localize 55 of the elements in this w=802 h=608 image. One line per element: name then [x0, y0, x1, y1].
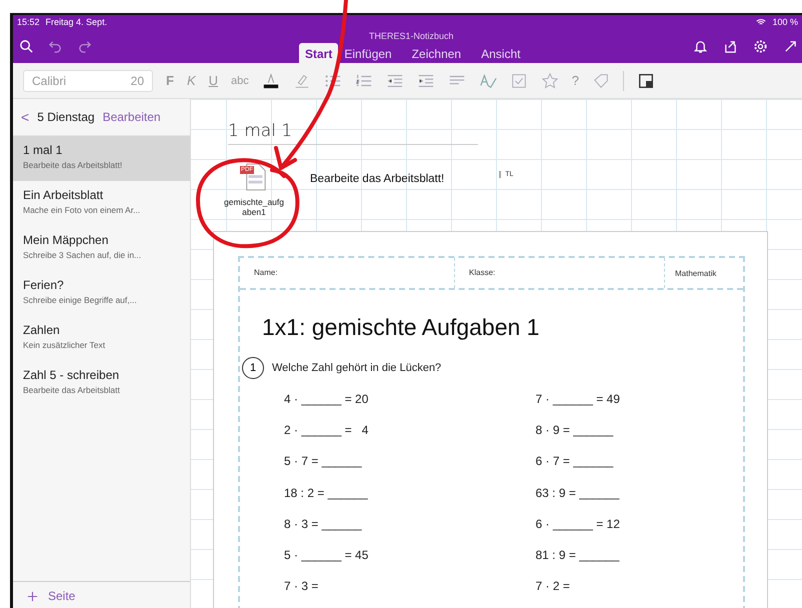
add-page-button[interactable]: Seite [21, 588, 82, 604]
page-item[interactable]: Ferien? Schreibe einige Begriffe auf,... [13, 271, 190, 316]
task-question: Welche Zahl gehört in die Lücken? [272, 362, 442, 374]
name-label: Name: [240, 258, 455, 288]
wifi-icon [756, 18, 766, 26]
font-color-icon[interactable] [262, 72, 280, 90]
undo-icon[interactable] [48, 38, 63, 54]
ribbon-tab[interactable]: Start [299, 43, 338, 66]
equation: 5 · ______ = 45 [283, 548, 370, 562]
equation: 2 · ______ = 4 [283, 422, 370, 437]
page-item[interactable]: Zahl 5 - schreiben Bearbeite das Arbeitsblatt [13, 361, 190, 406]
spellcheck-icon[interactable] [478, 72, 497, 90]
redo-icon[interactable] [77, 38, 92, 54]
subject-label: Mathematik [674, 268, 716, 278]
search-icon[interactable] [19, 38, 34, 54]
status-time: 15:52 [17, 17, 40, 27]
edit-link[interactable]: Bearbeiten [102, 110, 161, 124]
section-title: 5 Dienstag [37, 110, 95, 124]
ribbon-tab[interactable]: Zeichnen [406, 43, 468, 66]
ribbon-tab[interactable]: Ansicht [475, 43, 526, 66]
status-date: Freitag 4. Sept. [46, 17, 108, 27]
equation: 8 · 9 = ______ [534, 422, 614, 437]
ribbon-tab[interactable]: Einfügen [338, 43, 398, 66]
page-item[interactable]: Mein Mäppchen Schreibe 3 Sachen auf, die in... [13, 226, 190, 271]
equation: 63 : 9 = ______ [534, 486, 620, 500]
star-icon[interactable] [540, 72, 559, 90]
equation: 8 · 3 = ______ [283, 516, 363, 531]
window-title: THERES1-Notizbuch [369, 31, 454, 41]
bell-icon[interactable] [693, 38, 708, 54]
expand-icon[interactable] [783, 38, 798, 54]
equation: 18 : 2 = ______ [283, 486, 369, 500]
battery-level: 100 % [772, 17, 798, 27]
task-number: 1 [242, 357, 264, 379]
equation: 7 · 2 = [534, 579, 571, 594]
share-icon[interactable] [723, 38, 738, 54]
equation: 5 · 7 = ______ [283, 454, 363, 468]
page-title: 1 mal 1 [228, 121, 478, 145]
equation: 6 · 7 = ______ [534, 454, 614, 468]
equation: 6 · ______ = 12 [534, 516, 621, 531]
class-label: Klasse: [455, 258, 665, 288]
page-item[interactable]: Ein Arbeitsblatt Mache ein Foto von einem Ar... [13, 181, 190, 226]
equation: 7 · 3 = [283, 579, 320, 594]
page-item[interactable]: Zahlen Kein zusätzlicher Text [13, 316, 190, 361]
page-color-icon[interactable] [637, 72, 655, 90]
worksheet-title: 1x1: gemischte Aufgaben 1 [262, 314, 540, 341]
note-text: Bearbeite das Arbeitsblatt! [310, 173, 444, 185]
back-button[interactable]: < [21, 109, 30, 125]
tag-icon[interactable] [592, 72, 610, 90]
equation: 4 · ______ = 20 [283, 392, 370, 406]
checkbox-icon[interactable] [510, 72, 528, 90]
equation: 81 : 9 = ______ [534, 548, 620, 562]
equation: 7 · ______ = 49 [534, 392, 621, 406]
settings-icon[interactable] [753, 38, 768, 54]
plus-icon [27, 590, 38, 602]
page-item[interactable]: 1 mal 1 Bearbeite das Arbeitsblatt! [13, 136, 190, 181]
